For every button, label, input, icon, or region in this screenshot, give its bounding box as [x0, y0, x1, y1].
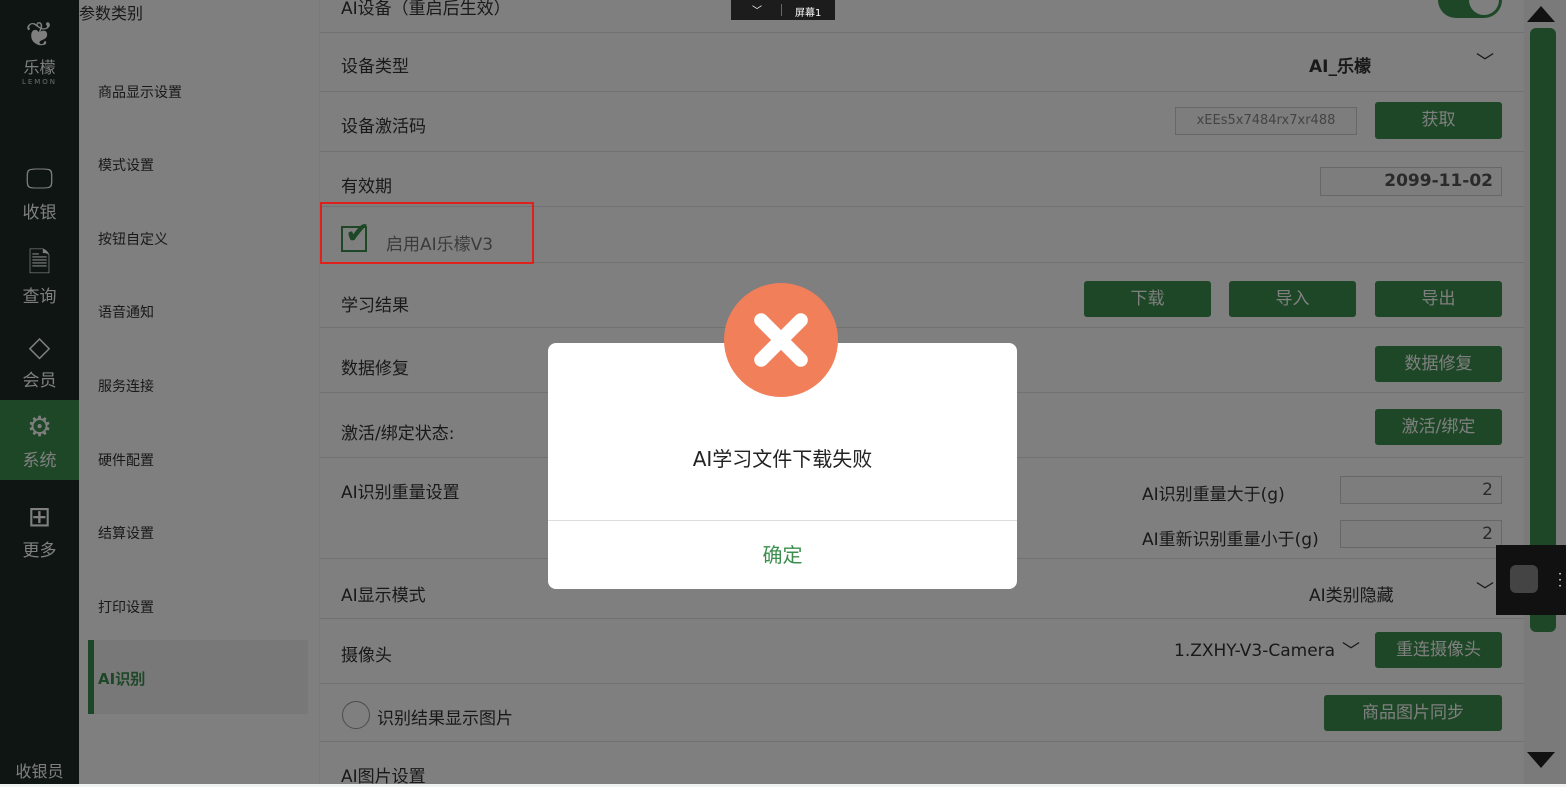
dialog-message: AI学习文件下载失败: [692, 447, 873, 471]
screen-switcher[interactable]: ﹀ 屏幕1: [731, 0, 835, 20]
more-dots-icon: · · ·: [1558, 567, 1562, 593]
highlight-box: [320, 202, 534, 264]
divider: [781, 4, 782, 16]
dialog-ok-button[interactable]: 确定: [548, 521, 1017, 589]
error-x-icon: [724, 283, 838, 397]
widget-icon: [1510, 565, 1538, 593]
floating-widget[interactable]: · · ·: [1496, 545, 1566, 615]
chevron-down-icon[interactable]: ﹀: [752, 2, 762, 17]
screen-name: 屏幕1: [795, 8, 822, 19]
